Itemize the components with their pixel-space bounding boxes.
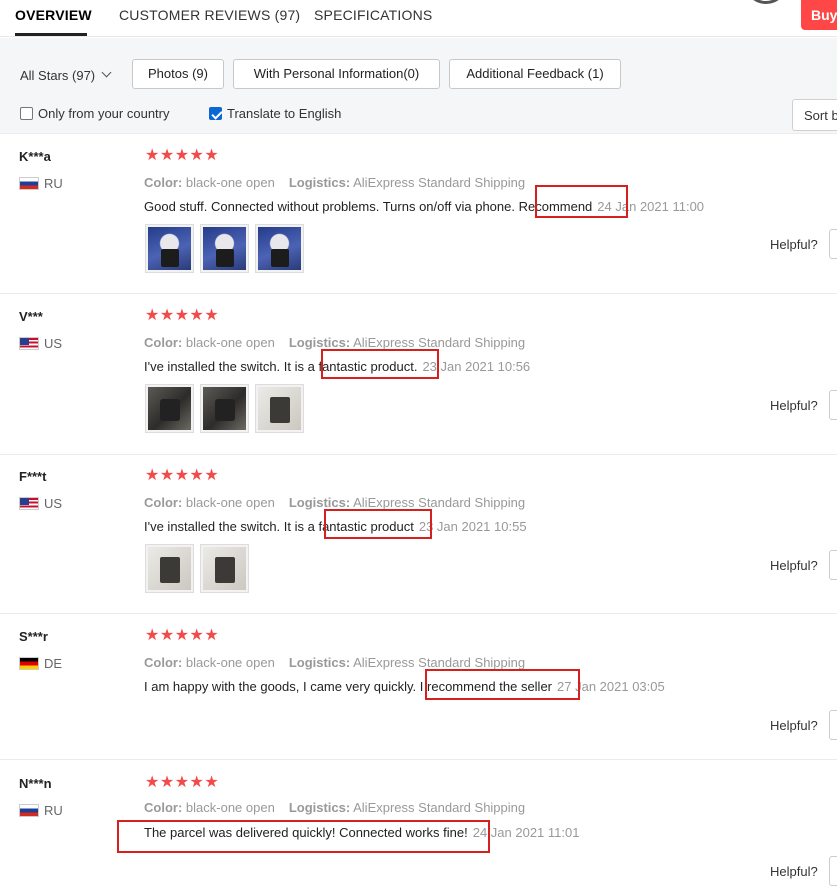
country-code: US: [44, 336, 63, 351]
country-code: US: [44, 496, 63, 511]
reviewer-country: RU: [19, 176, 63, 191]
star-rating: ★★★★★: [145, 774, 220, 791]
review-photo-thumbnail[interactable]: [255, 224, 304, 273]
helpful-label: Helpful?: [770, 864, 818, 879]
photos-filter-button[interactable]: Photos (9): [132, 59, 224, 89]
helpful-yes-button[interactable]: [829, 390, 837, 420]
country-code: DE: [44, 656, 63, 671]
active-tab-indicator: [15, 33, 87, 36]
helpful-label: Helpful?: [770, 718, 818, 733]
helpful-yes-button[interactable]: [829, 550, 837, 580]
all-stars-dropdown[interactable]: All Stars (97): [20, 68, 95, 83]
russia-flag-icon: [19, 804, 39, 817]
star-rating: ★★★★★: [145, 307, 220, 324]
translate-checkbox[interactable]: [209, 107, 222, 120]
reviewer-name: F***t: [19, 469, 47, 484]
highlight-box: [535, 185, 628, 218]
star-rating: ★★★★★: [145, 467, 220, 484]
tab-specifications[interactable]: SPECIFICATIONS: [314, 7, 432, 23]
tab-customer-reviews[interactable]: CUSTOMER REVIEWS (97): [119, 7, 300, 23]
review-date: 23 Jan 2021 10:55: [418, 519, 527, 534]
review-photo-thumbnail[interactable]: [255, 384, 304, 433]
star-rating: ★★★★★: [145, 147, 220, 164]
country-code: RU: [44, 803, 63, 818]
russia-flag-icon: [19, 177, 39, 190]
tab-bar: OVERVIEW CUSTOMER REVIEWS (97) SPECIFICA…: [0, 0, 837, 37]
review-photos: [145, 544, 249, 593]
additional-feedback-filter-button[interactable]: Additional Feedback (1): [449, 59, 621, 89]
review-meta: Color: black-one open Logistics: AliExpre…: [144, 800, 526, 815]
personal-info-filter-button[interactable]: With Personal Information(0): [233, 59, 440, 89]
country-code: RU: [44, 176, 63, 191]
reviewer-country: US: [19, 496, 62, 511]
review-photo-thumbnail[interactable]: [200, 224, 249, 273]
tab-overview[interactable]: OVERVIEW: [15, 7, 92, 23]
reviewer-name: N***n: [19, 776, 52, 791]
sort-dropdown[interactable]: Sort b: [792, 99, 837, 131]
reviewer-name: K***a: [19, 149, 51, 164]
usa-flag-icon: [19, 337, 39, 350]
reviewer-country: DE: [19, 656, 62, 671]
only-country-checkbox-row[interactable]: Only from your country: [20, 106, 170, 121]
helpful-yes-button[interactable]: [829, 856, 837, 886]
review-filter-bar: All Stars (97) Photos (9) With Personal …: [0, 38, 837, 134]
review-meta: Color: black-one open Logistics: AliExpre…: [144, 335, 526, 350]
review-photos: [145, 224, 304, 273]
reviewer-name: S***r: [19, 629, 48, 644]
highlight-box: [117, 820, 490, 853]
reviewer-country: US: [19, 336, 62, 351]
review-item: K***a RU ★★★★★ Color: black-one open Logi…: [0, 135, 837, 294]
only-country-checkbox[interactable]: [20, 107, 33, 120]
review-item: S***r DE ★★★★★ Color: black-one open Logi…: [0, 615, 837, 760]
only-country-label: Only from your country: [38, 106, 170, 121]
review-photo-thumbnail[interactable]: [145, 384, 194, 433]
germany-flag-icon: [19, 657, 39, 670]
review-meta: Color: black-one open Logistics: AliExpre…: [144, 175, 526, 190]
highlight-box: [321, 349, 439, 379]
review-photo-thumbnail[interactable]: [200, 544, 249, 593]
highlight-box: [324, 509, 432, 539]
helpful-label: Helpful?: [770, 237, 818, 252]
star-rating: ★★★★★: [145, 627, 220, 644]
review-item: F***t US ★★★★★ Color: black-one open Logi…: [0, 455, 837, 614]
review-photo-thumbnail[interactable]: [145, 544, 194, 593]
review-meta: Color: black-one open Logistics: AliExpre…: [144, 655, 526, 670]
usa-flag-icon: [19, 497, 39, 510]
reviewer-country: RU: [19, 803, 63, 818]
translate-label: Translate to English: [227, 106, 342, 121]
translate-checkbox-row[interactable]: Translate to English: [209, 106, 341, 121]
reviewer-name: V***: [19, 309, 43, 324]
chevron-down-icon: [101, 67, 112, 78]
store-avatar-icon: [744, 0, 788, 4]
helpful-label: Helpful?: [770, 558, 818, 573]
helpful-yes-button[interactable]: [829, 710, 837, 740]
review-photo-thumbnail[interactable]: [145, 224, 194, 273]
helpful-yes-button[interactable]: [829, 229, 837, 259]
review-comment: I am happy with the goods, I came very q…: [144, 679, 665, 694]
helpful-label: Helpful?: [770, 398, 818, 413]
review-meta: Color: black-one open Logistics: AliExpre…: [144, 495, 526, 510]
review-item: V*** US ★★★★★ Color: black-one open Logis…: [0, 295, 837, 455]
buy-button[interactable]: Buy: [801, 0, 837, 30]
review-item: N***n RU ★★★★★ Color: black-one open Logi…: [0, 762, 837, 891]
review-photos: [145, 384, 304, 433]
review-photo-thumbnail[interactable]: [200, 384, 249, 433]
highlight-box: [425, 669, 580, 700]
